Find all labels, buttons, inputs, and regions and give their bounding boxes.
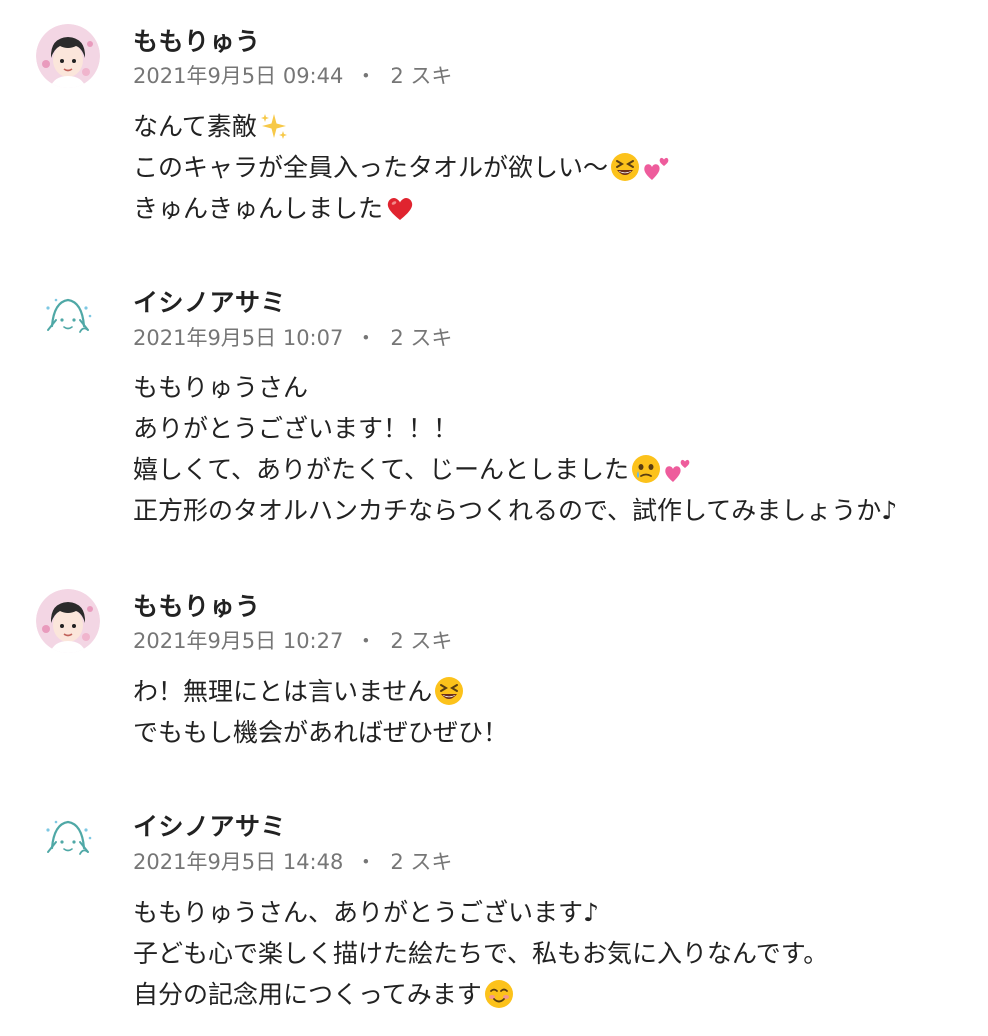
comment-author[interactable]: ももりゅう xyxy=(133,27,261,57)
face-holding-back-tears-icon xyxy=(631,454,661,484)
avatar[interactable] xyxy=(36,808,100,872)
comment-body: ももりゅうさん ありがとうございます！！！ 嬉しくて、ありがたくて、じーんとしま… xyxy=(133,367,897,531)
smiling-face-icon xyxy=(484,979,514,1009)
comment-line: 嬉しくて、ありがたくて、じーんとしました xyxy=(133,449,897,490)
comment-body: わ！無理にとは言いません でももし機会があればぜひぜひ！ xyxy=(133,671,508,753)
comment-line: 正方形のタオルハンカチならつくれるので、試作してみましょうか♪ xyxy=(133,496,898,525)
comment-meta: 2021年9月5日 10:07 ・ 2 スキ xyxy=(133,325,452,351)
comment-line: ありがとうございます！！！ xyxy=(133,414,459,443)
comment-date: 2021年9月5日 09:44 xyxy=(133,64,344,88)
comment-line: ももりゅうさん xyxy=(133,373,309,402)
comment-line: わ！無理にとは言いません xyxy=(133,671,508,712)
separator-dot: ・ xyxy=(355,64,377,88)
grinning-squinting-face-icon xyxy=(610,152,640,182)
comment-date: 2021年9月5日 14:48 xyxy=(133,850,344,874)
comment-body: ももりゅうさん、ありがとうございます♪ 子ども心で楽しく描けた絵たちで、私もお気… xyxy=(133,892,828,1015)
like-count[interactable]: 2 スキ xyxy=(390,326,452,350)
comment-meta: 2021年9月5日 14:48 ・ 2 スキ xyxy=(133,849,452,875)
comment-author[interactable]: ももりゅう xyxy=(133,592,261,622)
like-count[interactable]: 2 スキ xyxy=(390,64,452,88)
avatar[interactable] xyxy=(36,24,100,88)
comment-body: なんて素敵 このキャラが全員入ったタオルが欲しい〜 きゅんきゅんしました xyxy=(133,106,672,229)
comment-meta: 2021年9月5日 09:44 ・ 2 スキ xyxy=(133,63,452,89)
comment-line: このキャラが全員入ったタオルが欲しい〜 xyxy=(133,147,672,188)
comment-date: 2021年9月5日 10:27 xyxy=(133,629,344,653)
separator-dot: ・ xyxy=(355,850,377,874)
comment-line: ももりゅうさん、ありがとうございます♪ xyxy=(133,898,599,927)
sparkles-icon xyxy=(259,111,289,141)
comment-line: きゅんきゅんしました xyxy=(133,188,672,229)
red-heart-icon xyxy=(385,193,415,223)
two-hearts-icon xyxy=(663,454,693,484)
comment-line: なんて素敵 xyxy=(133,106,672,147)
separator-dot: ・ xyxy=(355,629,377,653)
comment-date: 2021年9月5日 10:07 xyxy=(133,326,344,350)
comment-meta: 2021年9月5日 10:27 ・ 2 スキ xyxy=(133,628,452,654)
grinning-squinting-face-icon xyxy=(434,676,464,706)
comment-line: 自分の記念用につくってみます xyxy=(133,974,828,1015)
two-hearts-icon xyxy=(642,152,672,182)
comment-line: 子ども心で楽しく描けた絵たちで、私もお気に入りなんです。 xyxy=(133,939,829,968)
comment-author[interactable]: イシノアサミ xyxy=(133,288,286,318)
avatar[interactable] xyxy=(36,589,100,653)
separator-dot: ・ xyxy=(355,326,377,350)
comment-author[interactable]: イシノアサミ xyxy=(133,812,286,842)
like-count[interactable]: 2 スキ xyxy=(390,629,452,653)
avatar[interactable] xyxy=(36,286,100,350)
comment-line: でももし機会があればぜひぜひ！ xyxy=(133,718,509,747)
like-count[interactable]: 2 スキ xyxy=(390,850,452,874)
